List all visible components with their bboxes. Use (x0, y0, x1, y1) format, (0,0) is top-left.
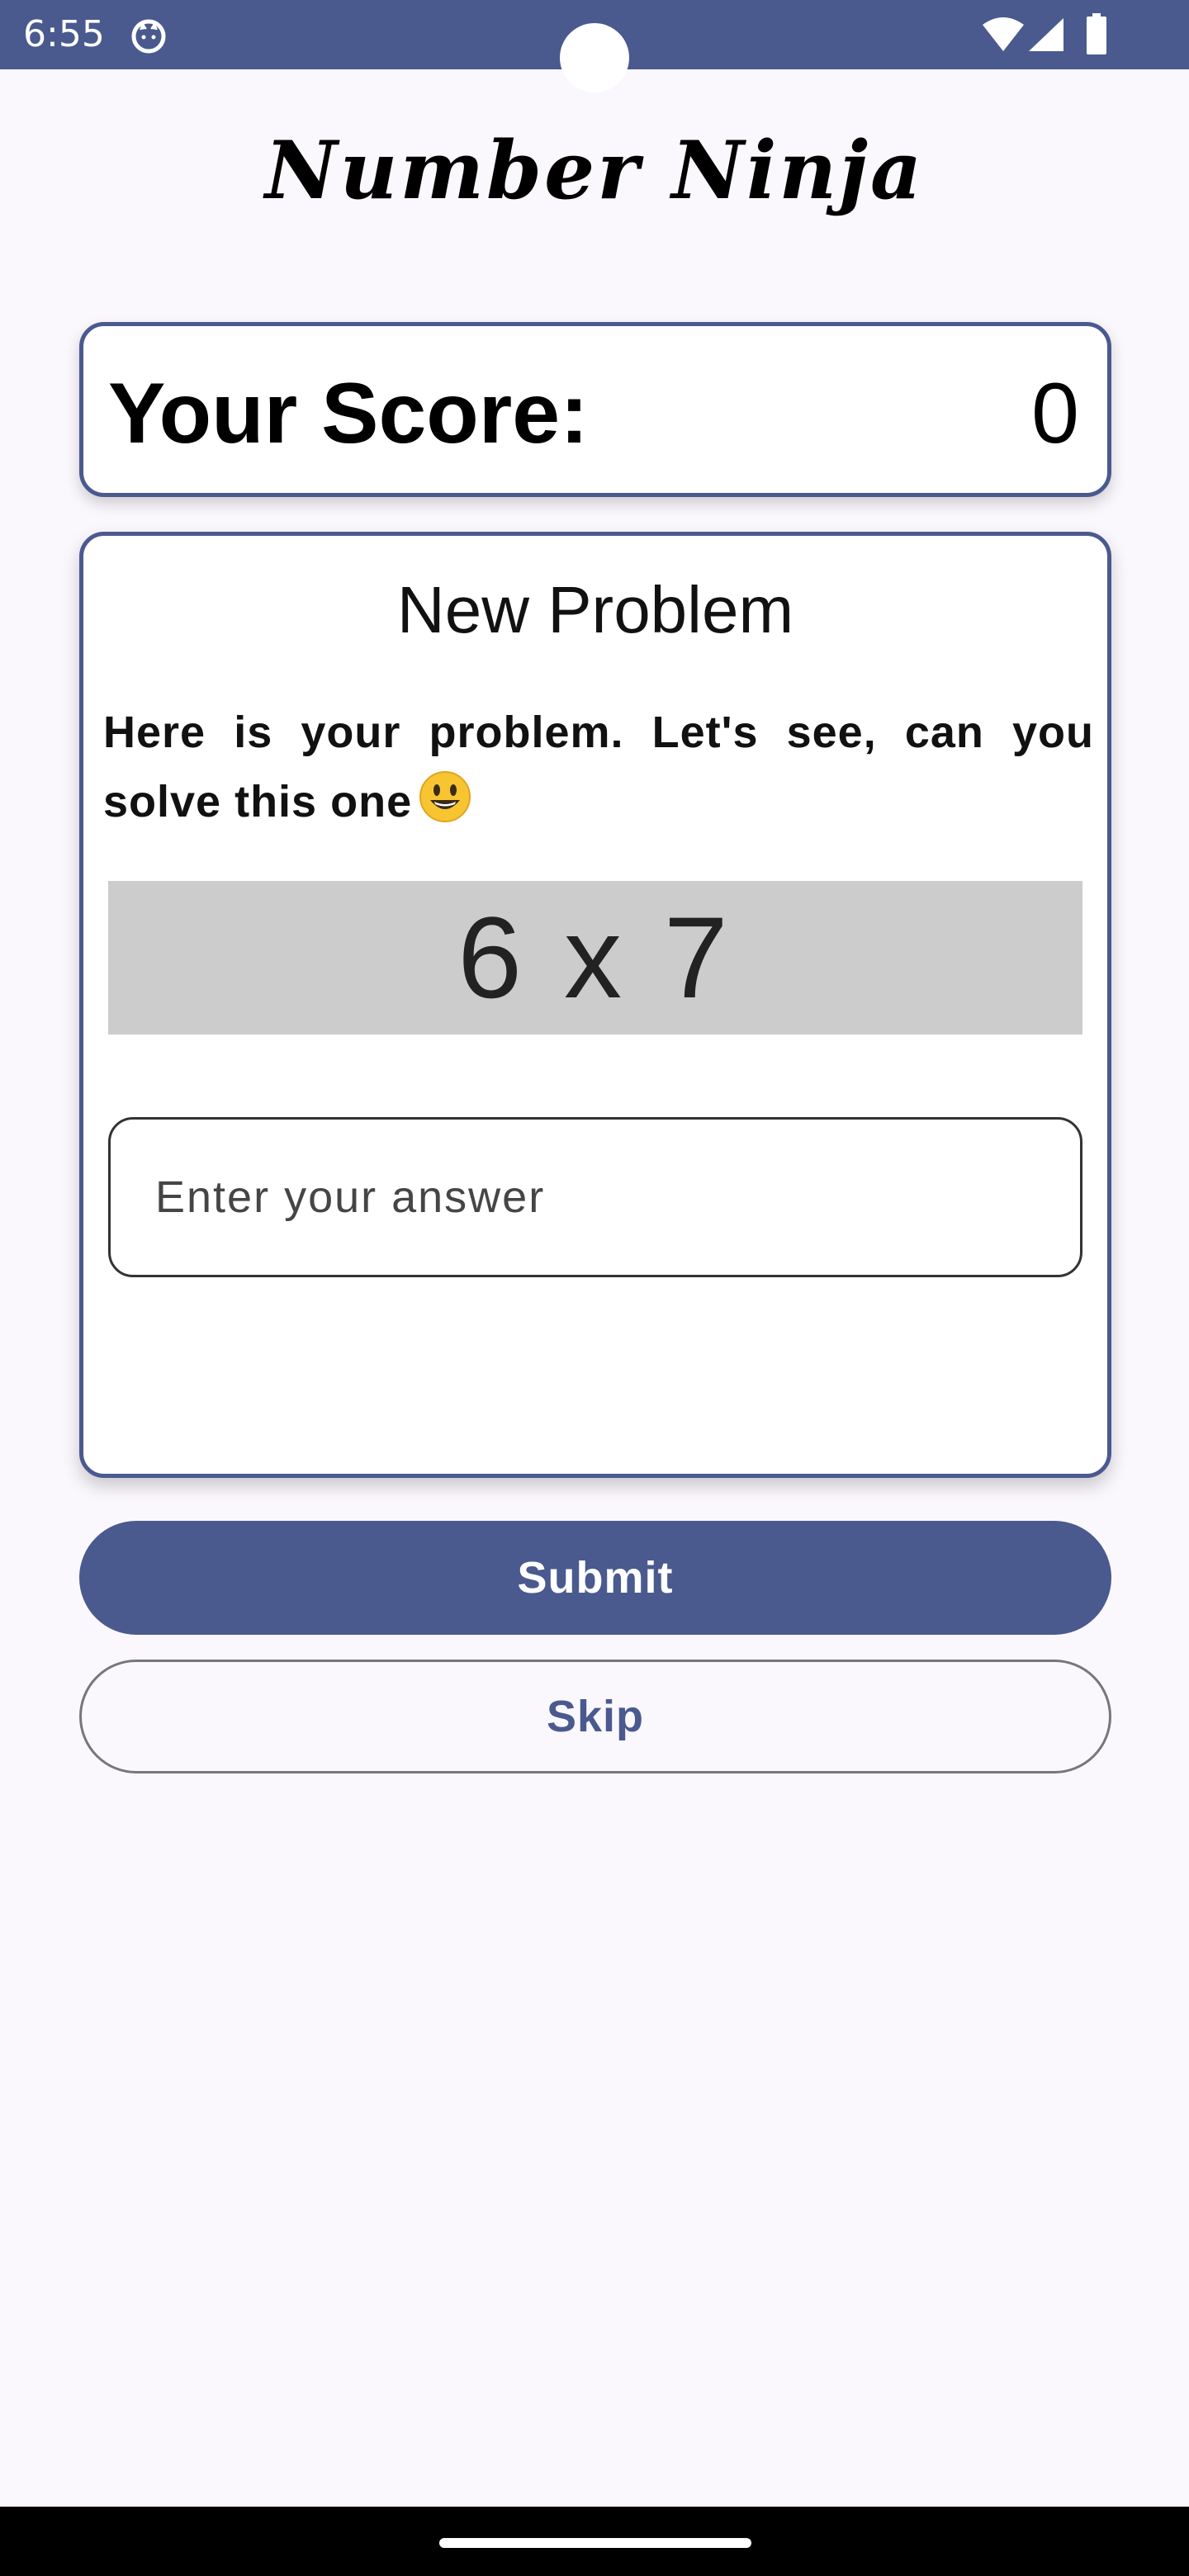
answer-input[interactable] (108, 1117, 1082, 1277)
camera-cutout (560, 23, 629, 92)
score-card: Your Score: 0 (79, 322, 1111, 497)
wifi-icon (983, 17, 1024, 51)
battery-icon (1087, 13, 1106, 54)
skip-button[interactable]: Skip (79, 1660, 1111, 1773)
problem-intro: Here is your problem. Let's see, can you… (103, 698, 1094, 836)
smiling-face-icon (419, 771, 471, 822)
navigation-bar (0, 2507, 1189, 2576)
app-title: Number Ninja (264, 124, 925, 217)
score-label: Your Score: (108, 366, 589, 462)
submit-button[interactable]: Submit (79, 1521, 1111, 1635)
problem-intro-text: Here is your problem. Let's see, can you… (103, 708, 1094, 826)
status-bar: 6:55 (0, 0, 1189, 92)
signal-icon (1029, 18, 1063, 51)
problem-heading: New Problem (396, 573, 794, 646)
cat-icon (131, 19, 166, 54)
home-gesture-handle[interactable] (439, 2538, 751, 2548)
status-time: 6:55 (23, 13, 105, 55)
problem-card: New Problem Here is your problem. Let's … (79, 532, 1111, 1478)
score-value: 0 (1031, 366, 1079, 462)
question-display: 6 x 7 (108, 881, 1082, 1035)
